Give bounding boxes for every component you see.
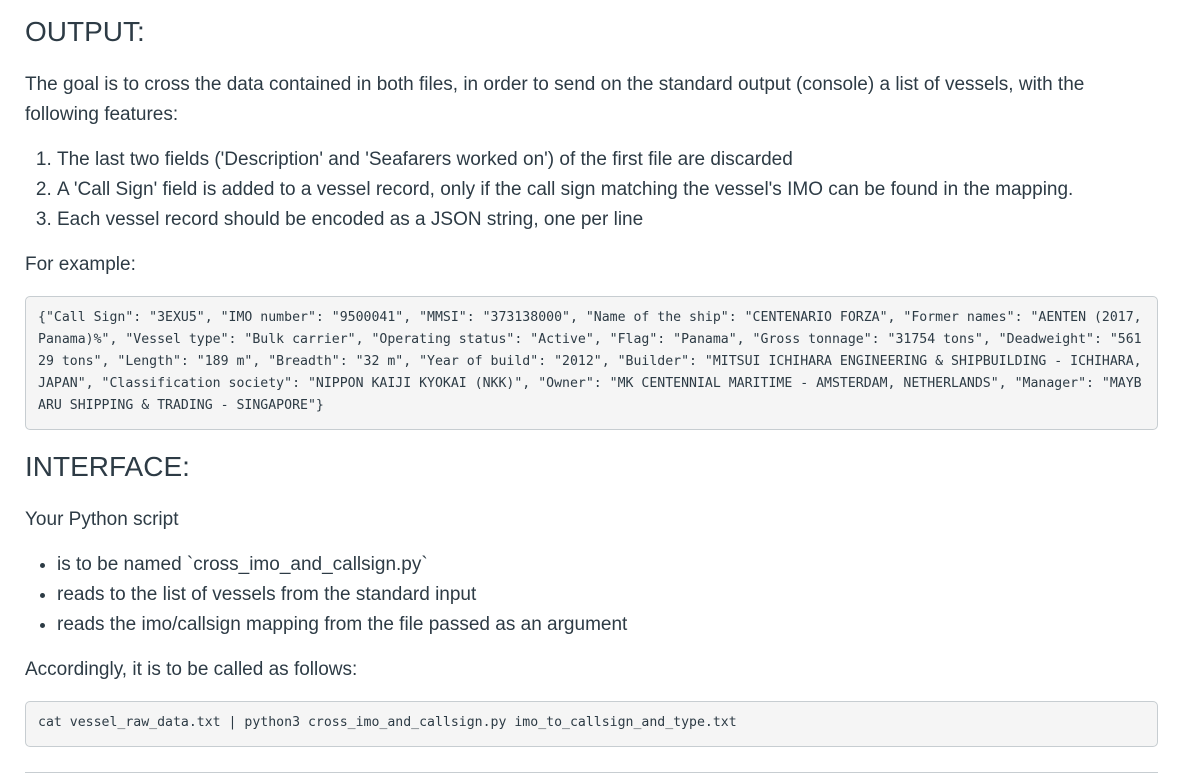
- output-heading: OUTPUT:: [25, 16, 145, 47]
- interface-item: reads the imo/callsign mapping from the …: [57, 610, 627, 640]
- interface-item: reads to the list of vessels from the st…: [57, 580, 627, 610]
- interface-heading: INTERFACE:: [25, 451, 190, 482]
- for-example-label: For example:: [25, 254, 136, 275]
- interface-intro: Your Python script: [25, 509, 179, 530]
- interface-list: is to be named `cross_imo_and_callsign.p…: [25, 550, 627, 640]
- interface-item: is to be named `cross_imo_and_callsign.p…: [57, 550, 627, 580]
- feature-item: The last two fields ('Description' and '…: [57, 145, 1073, 175]
- accordingly-label: Accordingly, it is to be called as follo…: [25, 659, 358, 680]
- goal-paragraph: The goal is to cross the data contained …: [25, 74, 1085, 125]
- feature-item: Each vessel record should be encoded as …: [57, 205, 1073, 235]
- example-code-block: {"Call Sign": "3EXU5", "IMO number": "95…: [25, 296, 1158, 430]
- feature-item: A 'Call Sign' field is added to a vessel…: [57, 175, 1073, 205]
- features-list: The last two fields ('Description' and '…: [25, 145, 1073, 235]
- divider: [25, 772, 1158, 773]
- call-code-block: cat vessel_raw_data.txt | python3 cross_…: [25, 701, 1158, 747]
